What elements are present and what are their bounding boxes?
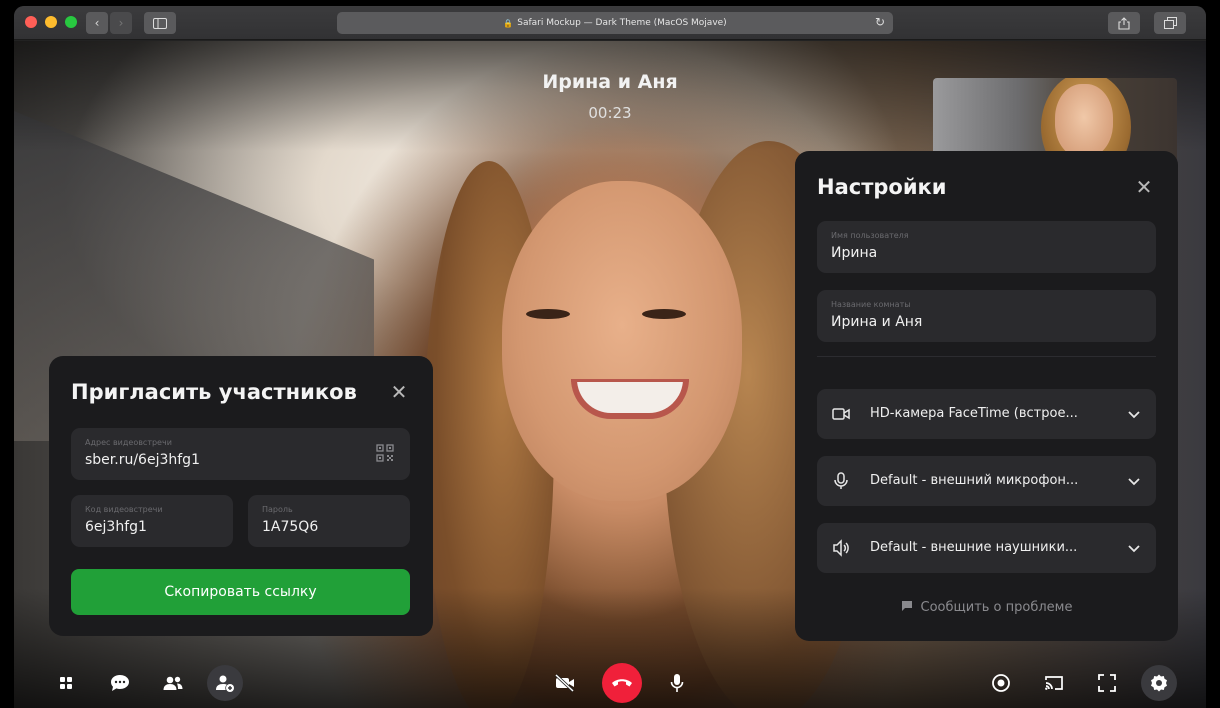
room-name-value: Ирина и Аня xyxy=(831,314,923,330)
password-label: Пароль xyxy=(262,505,293,514)
password-field[interactable]: Пароль 1A75Q6 xyxy=(248,495,410,547)
share-icon xyxy=(1118,16,1130,30)
record-icon xyxy=(992,674,1010,692)
meeting-address-label: Адрес видеовстречи xyxy=(85,438,172,447)
chevron-down-icon xyxy=(1128,478,1140,486)
microphone-icon xyxy=(670,674,684,692)
report-flag-icon xyxy=(901,601,912,611)
close-icon[interactable]: ✕ xyxy=(1133,176,1155,198)
meeting-code-value: 6ej3hfg1 xyxy=(85,519,147,535)
camera-select[interactable]: HD-камера FaceTime (встрое... xyxy=(817,389,1156,439)
meeting-address-field[interactable]: Адрес видеовстречи sber.ru/6ej3hfg1 xyxy=(71,428,410,480)
username-field[interactable]: Имя пользователя Ирина xyxy=(817,221,1156,273)
invite-panel-title: Пригласить участников xyxy=(71,380,357,404)
settings-divider xyxy=(817,356,1156,357)
add-participant-icon xyxy=(216,675,234,692)
meeting-address-value: sber.ru/6ej3hfg1 xyxy=(85,452,200,468)
settings-gear-icon xyxy=(1151,674,1167,692)
remote-video: Ирина и Аня 00:23 Пригласить участников … xyxy=(14,41,1206,708)
sidebar-icon xyxy=(153,17,167,29)
fullscreen-icon xyxy=(1098,674,1116,692)
hangup-icon xyxy=(612,679,632,687)
address-bar[interactable]: 🔒 Safari Mockup — Dark Theme (MacOS Moja… xyxy=(337,12,893,34)
hangup-button[interactable] xyxy=(602,663,642,703)
settings-panel: Настройки ✕ Имя пользователя Ирина Назва… xyxy=(795,151,1178,641)
record-button[interactable] xyxy=(983,665,1019,701)
camera-select-value: HD-камера FaceTime (встрое... xyxy=(870,406,1078,421)
address-text: Safari Mockup — Dark Theme (MacOS Mojave… xyxy=(517,18,727,28)
sidebar-toggle-button[interactable] xyxy=(144,12,176,34)
copy-link-button[interactable]: Скопировать ссылку xyxy=(71,569,410,615)
room-name-field[interactable]: Название комнаты Ирина и Аня xyxy=(817,290,1156,342)
report-problem-link[interactable]: Сообщить о проблеме xyxy=(795,600,1178,615)
tabs-icon xyxy=(1163,17,1177,29)
camera-icon xyxy=(832,408,850,420)
tabs-button[interactable] xyxy=(1154,12,1186,34)
microphone-toggle-button[interactable] xyxy=(659,665,695,701)
microphone-select[interactable]: Default - внешний микрофон... xyxy=(817,456,1156,506)
camera-off-icon xyxy=(554,674,575,692)
zoom-window-button[interactable] xyxy=(65,16,77,28)
chevron-right-icon: › xyxy=(118,16,124,30)
cast-icon xyxy=(1045,676,1063,690)
meeting-code-label: Код видеовстречи xyxy=(85,505,163,514)
room-name-label: Название комнаты xyxy=(831,300,911,309)
chevron-down-icon xyxy=(1128,411,1140,419)
participants-icon xyxy=(163,676,183,690)
close-icon[interactable]: ✕ xyxy=(388,381,410,403)
share-button[interactable] xyxy=(1108,12,1140,34)
speakers-select[interactable]: Default - внешние наушники... xyxy=(817,523,1156,573)
browser-window: ‹ › 🔒 Safari Mockup — Dark Theme (MacOS … xyxy=(14,6,1206,708)
close-window-button[interactable] xyxy=(25,16,37,28)
cast-button[interactable] xyxy=(1036,665,1072,701)
browser-toolbar: ‹ › 🔒 Safari Mockup — Dark Theme (MacOS … xyxy=(14,6,1206,40)
back-button[interactable]: ‹ xyxy=(86,12,108,34)
settings-panel-title: Настройки xyxy=(817,175,947,199)
add-participant-button[interactable] xyxy=(207,665,243,701)
chat-button[interactable] xyxy=(102,665,138,701)
participants-button[interactable] xyxy=(155,665,191,701)
microphone-select-value: Default - внешний микрофон... xyxy=(870,473,1079,488)
microphone-icon xyxy=(834,472,848,489)
camera-toggle-button[interactable] xyxy=(547,665,583,701)
video-face xyxy=(502,181,742,501)
apps-icon xyxy=(60,677,72,689)
username-label: Имя пользователя xyxy=(831,231,909,240)
fullscreen-button[interactable] xyxy=(1089,665,1125,701)
forward-button[interactable]: › xyxy=(110,12,132,34)
report-problem-label: Сообщить о проблеме xyxy=(920,600,1073,615)
chevron-down-icon xyxy=(1128,545,1140,553)
chevron-left-icon: ‹ xyxy=(94,16,100,30)
username-value: Ирина xyxy=(831,245,878,261)
speakers-select-value: Default - внешние наушники... xyxy=(870,540,1078,555)
lock-icon: 🔒 xyxy=(503,18,514,28)
chat-icon xyxy=(111,675,129,691)
reload-icon[interactable]: ↻ xyxy=(875,15,885,29)
video-eye-right xyxy=(642,309,686,319)
self-video-face xyxy=(1055,84,1113,158)
invite-participants-panel: Пригласить участников ✕ Адрес видеовстре… xyxy=(49,356,433,636)
settings-button[interactable] xyxy=(1141,665,1177,701)
video-eye-left xyxy=(526,309,570,319)
password-value: 1A75Q6 xyxy=(262,519,319,535)
speaker-icon xyxy=(833,539,849,557)
apps-button[interactable] xyxy=(48,665,84,701)
qr-code-icon[interactable] xyxy=(376,444,394,462)
meeting-code-field[interactable]: Код видеовстречи 6ej3hfg1 xyxy=(71,495,233,547)
minimize-window-button[interactable] xyxy=(45,16,57,28)
